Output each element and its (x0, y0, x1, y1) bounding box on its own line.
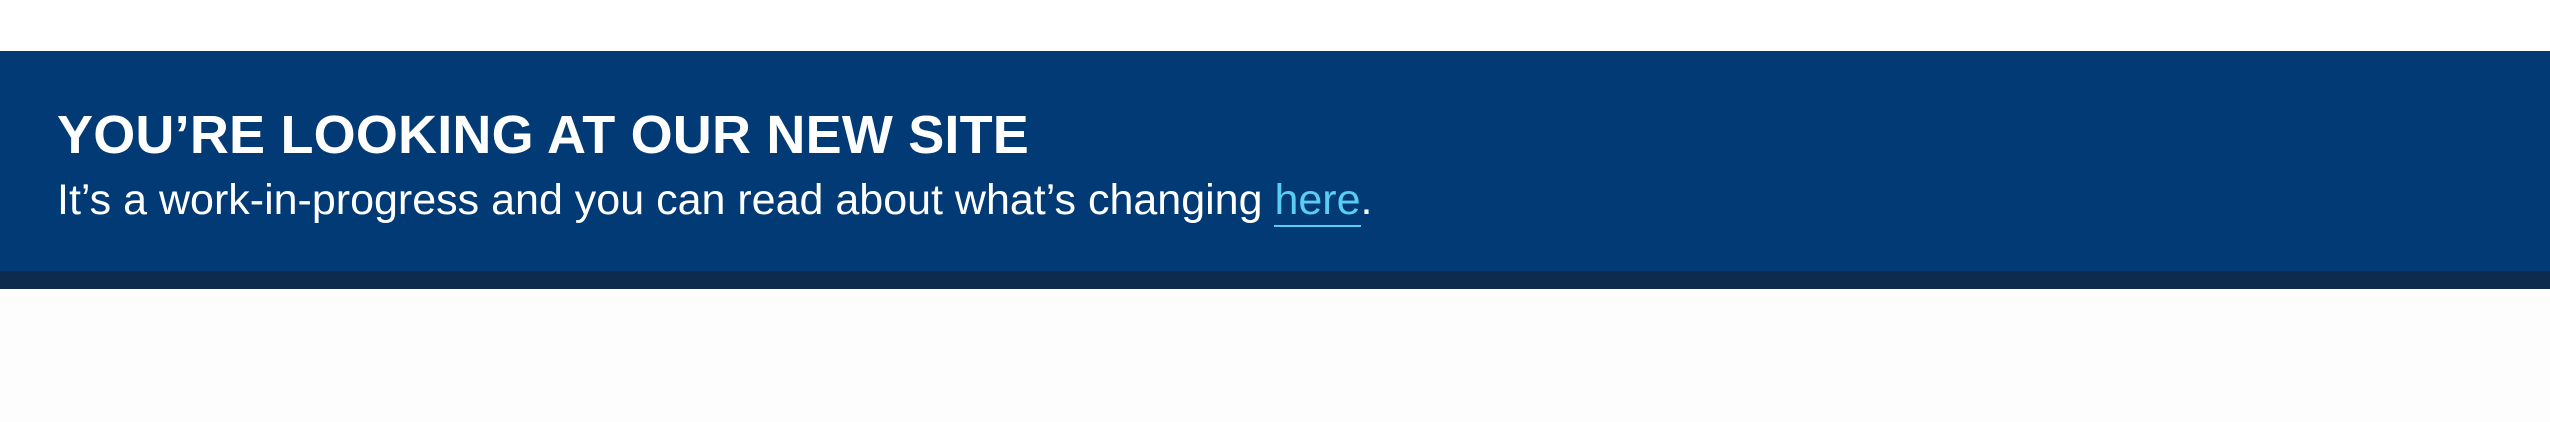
banner-message-prefix: It’s a work-in-progress and you can read… (57, 176, 1275, 224)
top-strip (0, 0, 2550, 51)
banner-bottom-border (0, 271, 2550, 289)
read-about-changes-link[interactable]: here (1274, 176, 1361, 227)
banner-message: It’s a work-in-progress and you can read… (57, 171, 1373, 229)
banner-message-suffix: . (1360, 176, 1373, 224)
page-content-area (0, 289, 2550, 422)
new-site-notice-banner: YOU’RE LOOKING AT OUR NEW SITE It’s a wo… (0, 51, 2550, 271)
banner-title: YOU’RE LOOKING AT OUR NEW SITE (57, 105, 1030, 165)
